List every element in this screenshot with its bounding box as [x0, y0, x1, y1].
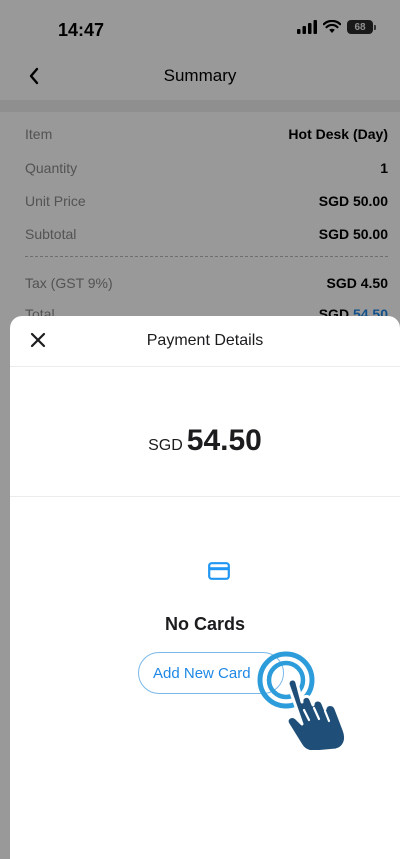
payment-sheet: Payment Details SGD 54.50 No Cards Add Ne… — [10, 316, 400, 859]
amount-value: 54.50 — [186, 424, 262, 457]
payment-amount: SGD 54.50 — [10, 424, 400, 458]
empty-state-title: No Cards — [164, 614, 245, 634]
divider — [10, 496, 400, 497]
currency-label: SGD — [148, 437, 183, 454]
add-new-card-button[interactable]: Add New Card — [138, 652, 284, 694]
sheet-title: Payment Details — [146, 332, 264, 349]
credit-card-icon — [208, 562, 230, 580]
sheet-header: Payment Details — [10, 316, 400, 367]
